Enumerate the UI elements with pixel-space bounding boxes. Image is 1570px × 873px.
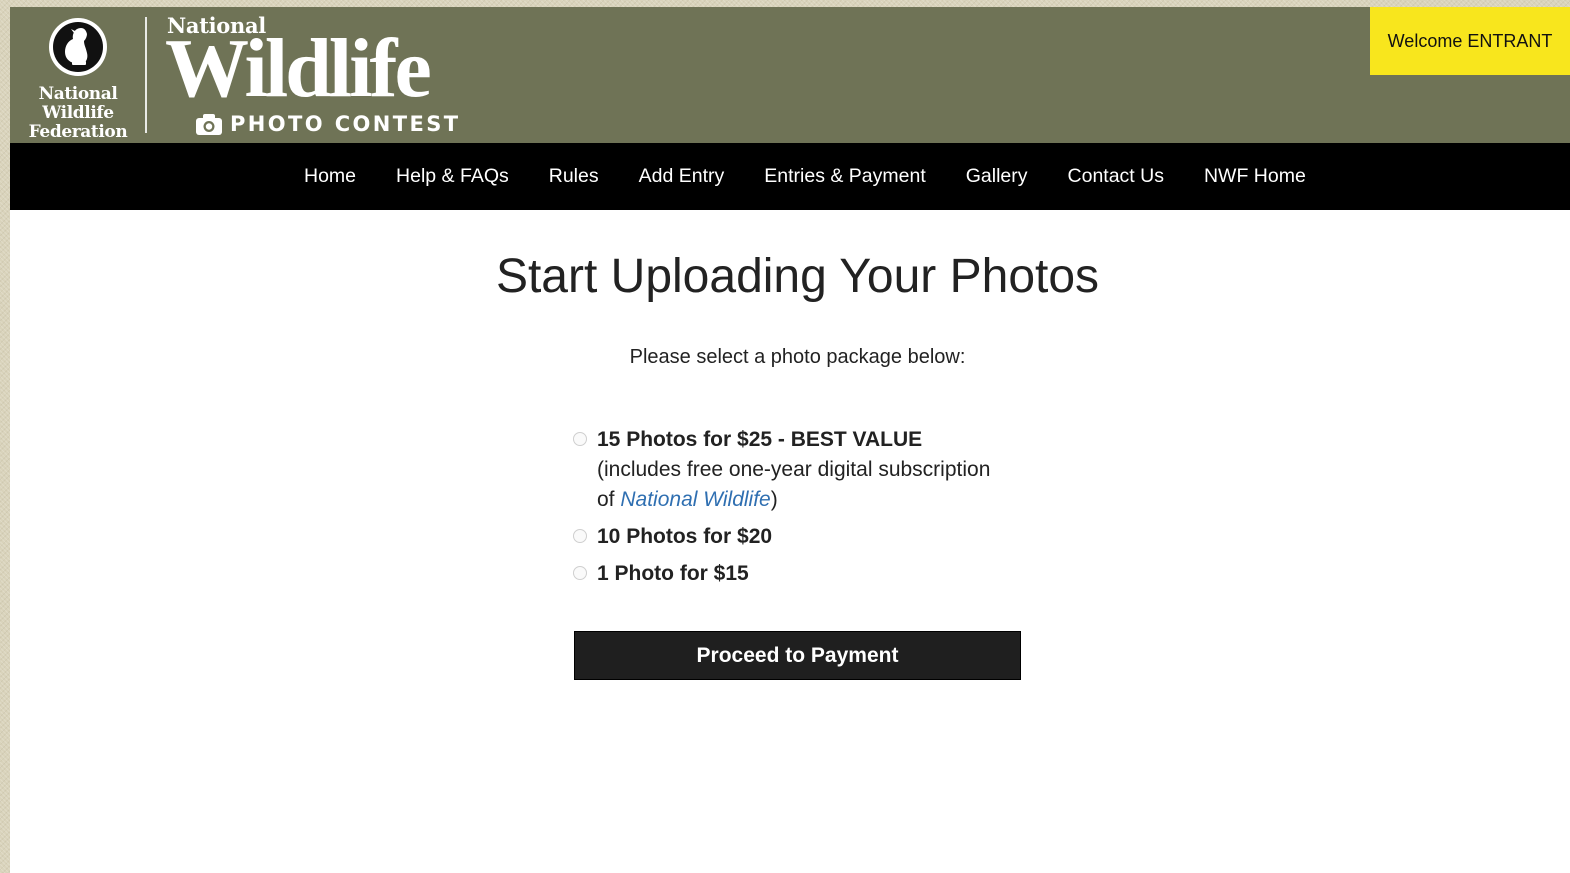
- package-radio-15-photos[interactable]: [573, 432, 587, 446]
- package-label: 15 Photos for $25 - BEST VALUE: [597, 428, 923, 451]
- nwf-logo[interactable]: National Wildlife Federation: [26, 15, 130, 142]
- page: National Wildlife Federation National Wi…: [10, 7, 1570, 873]
- nwf-logo-line: Wildlife: [42, 103, 114, 123]
- package-option-1-photo[interactable]: 1 Photo for $15: [571, 559, 991, 589]
- package-option-15-photos[interactable]: 15 Photos for $25 - BEST VALUE (includes…: [571, 425, 991, 515]
- package-description-suffix: ): [770, 488, 778, 511]
- wordmark-main[interactable]: Wildlife: [165, 23, 432, 115]
- camera-icon: [196, 114, 222, 135]
- nav-item-rules[interactable]: Rules: [549, 165, 599, 188]
- nav-item-nwf-home[interactable]: NWF Home: [1204, 165, 1306, 188]
- wordmark-sub[interactable]: PHOTO CONTEST: [196, 111, 460, 137]
- package-options: 15 Photos for $25 - BEST VALUE (includes…: [571, 425, 991, 589]
- nav-list: Home Help & FAQs Rules Add Entry Entries…: [304, 143, 1306, 210]
- nav-item-help-faqs[interactable]: Help & FAQs: [396, 165, 509, 188]
- proceed-to-payment-button[interactable]: Proceed to Payment: [574, 631, 1021, 680]
- nav-item-gallery[interactable]: Gallery: [966, 165, 1028, 188]
- wordmark-sub-text: PHOTO CONTEST: [230, 112, 461, 136]
- nwf-logo-line: Federation: [28, 122, 128, 142]
- package-label: 1 Photo for $15: [597, 562, 749, 585]
- nwf-logo-text: National Wildlife Federation: [26, 85, 130, 142]
- nwf-logo-line: National: [38, 84, 118, 104]
- page-title: Start Uploading Your Photos: [495, 250, 1100, 303]
- nav-item-home[interactable]: Home: [304, 165, 356, 188]
- nav-item-contact-us[interactable]: Contact Us: [1068, 165, 1164, 188]
- page-subtitle: Please select a photo package below:: [629, 346, 966, 368]
- package-option-10-photos[interactable]: 10 Photos for $20: [571, 522, 991, 552]
- package-label: 10 Photos for $20: [597, 525, 773, 548]
- site-header: National Wildlife Federation National Wi…: [10, 7, 1570, 143]
- nwf-emblem-icon: [49, 18, 107, 76]
- header-divider: [145, 17, 147, 133]
- nav-item-entries-payment[interactable]: Entries & Payment: [764, 165, 925, 188]
- national-wildlife-link[interactable]: National Wildlife: [620, 488, 770, 511]
- welcome-badge[interactable]: Welcome ENTRANT: [1370, 7, 1570, 75]
- package-radio-10-photos[interactable]: [573, 529, 587, 543]
- nav-item-add-entry[interactable]: Add Entry: [639, 165, 725, 188]
- main-nav: Home Help & FAQs Rules Add Entry Entries…: [10, 143, 1570, 210]
- package-radio-1-photo[interactable]: [573, 566, 587, 580]
